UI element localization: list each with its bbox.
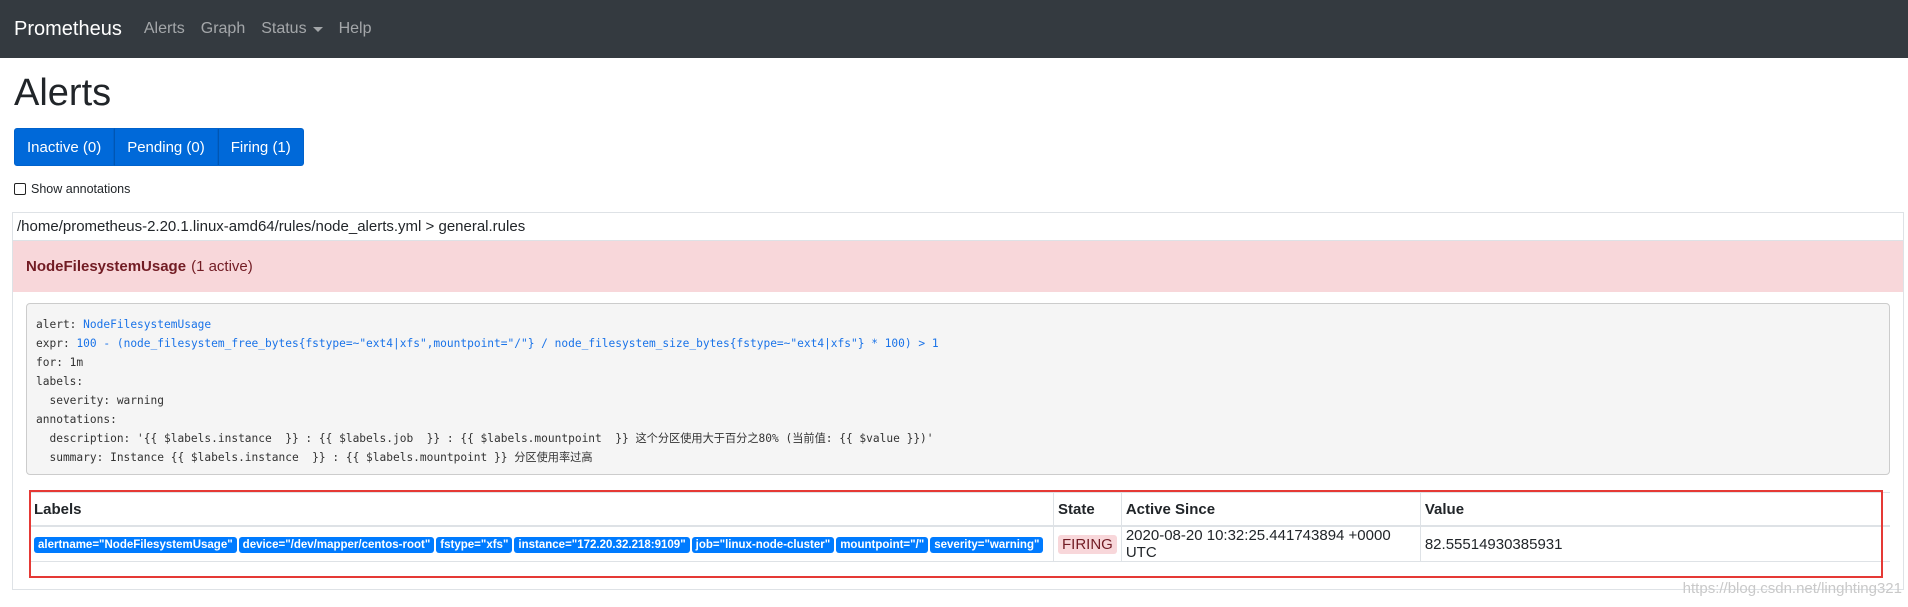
rule-severity-line: severity: warning <box>36 394 164 407</box>
state-column-header: State <box>1053 492 1122 527</box>
alert-state-filter-group: Inactive (0) Pending (0) Firing (1) <box>14 128 304 166</box>
rule-annotations-line: annotations: <box>36 413 117 426</box>
state-badge: FIRING <box>1058 534 1117 554</box>
rule-group-panel: /home/prometheus-2.20.1.linux-amd64/rule… <box>12 212 1904 590</box>
label-badge: mountpoint="/" <box>836 537 929 553</box>
rule-alert-line: alert: NodeFilesystemUsage <box>36 318 212 331</box>
rule-labels-line: labels: <box>36 375 84 388</box>
label-badge: device="/dev/mapper/centos-root" <box>238 537 435 553</box>
watermark-text: https://blog.csdn.net/linghting321 <box>1682 580 1902 597</box>
value-column-header: Value <box>1419 492 1890 527</box>
active-since-column-header: Active Since <box>1120 492 1421 527</box>
nav-status-label: Status <box>261 20 307 37</box>
firing-filter-button[interactable]: Firing (1) <box>217 128 304 166</box>
active-alerts-table: Labels State Active Since Value alertnam… <box>30 492 1890 562</box>
rule-file-path: /home/prometheus-2.20.1.linux-amd64/rule… <box>13 213 1903 241</box>
show-annotations-checkbox[interactable] <box>14 183 26 195</box>
label-badge: fstype="xfs" <box>436 537 513 553</box>
labels-column-header: Labels <box>30 492 1054 527</box>
top-navbar: Prometheus Alerts Graph Status Help <box>0 0 1908 58</box>
nav-help[interactable]: Help <box>339 20 372 38</box>
nav-status-dropdown[interactable]: Status <box>261 20 323 38</box>
rule-definition-block: alert: NodeFilesystemUsage expr: 100 - (… <box>26 303 1890 475</box>
show-annotations-label[interactable]: Show annotations <box>31 182 130 196</box>
show-annotations-toggle: Show annotations <box>14 182 130 196</box>
alert-rule-name: NodeFilesystemUsage <box>26 258 187 275</box>
value-cell: 82.55514930385931 <box>1419 525 1890 562</box>
page-title: Alerts <box>14 72 112 114</box>
nav-graph[interactable]: Graph <box>201 20 245 38</box>
active-since-cell: 2020-08-20 10:32:25.441743894 +0000 UTC <box>1120 525 1421 562</box>
alert-active-count: (1 active) <box>191 258 253 275</box>
alert-rule-row[interactable]: NodeFilesystemUsage (1 active) <box>13 241 1903 292</box>
caret-down-icon <box>312 26 323 32</box>
label-badge: instance="172.20.32.218:9109" <box>514 537 690 553</box>
rule-for-line: for: 1m <box>36 356 84 369</box>
nav-alerts[interactable]: Alerts <box>144 20 185 38</box>
rule-description-line: description: '{{ $labels.instance }} : {… <box>36 432 934 445</box>
label-badge: severity="warning" <box>930 537 1044 553</box>
brand-link[interactable]: Prometheus <box>14 18 122 41</box>
rule-expr-line: expr: 100 - (node_filesystem_free_bytes{… <box>36 337 939 350</box>
inactive-filter-button[interactable]: Inactive (0) <box>14 128 115 166</box>
table-row: alertname="NodeFilesystemUsage" device="/… <box>30 525 1890 562</box>
label-badge: job="linux-node-cluster" <box>691 537 835 553</box>
pending-filter-button[interactable]: Pending (0) <box>114 128 218 166</box>
state-cell: FIRING <box>1053 525 1122 562</box>
labels-cell: alertname="NodeFilesystemUsage" device="/… <box>30 525 1054 562</box>
rule-summary-line: summary: Instance {{ $labels.instance }}… <box>36 451 593 464</box>
label-badge: alertname="NodeFilesystemUsage" <box>34 537 237 553</box>
